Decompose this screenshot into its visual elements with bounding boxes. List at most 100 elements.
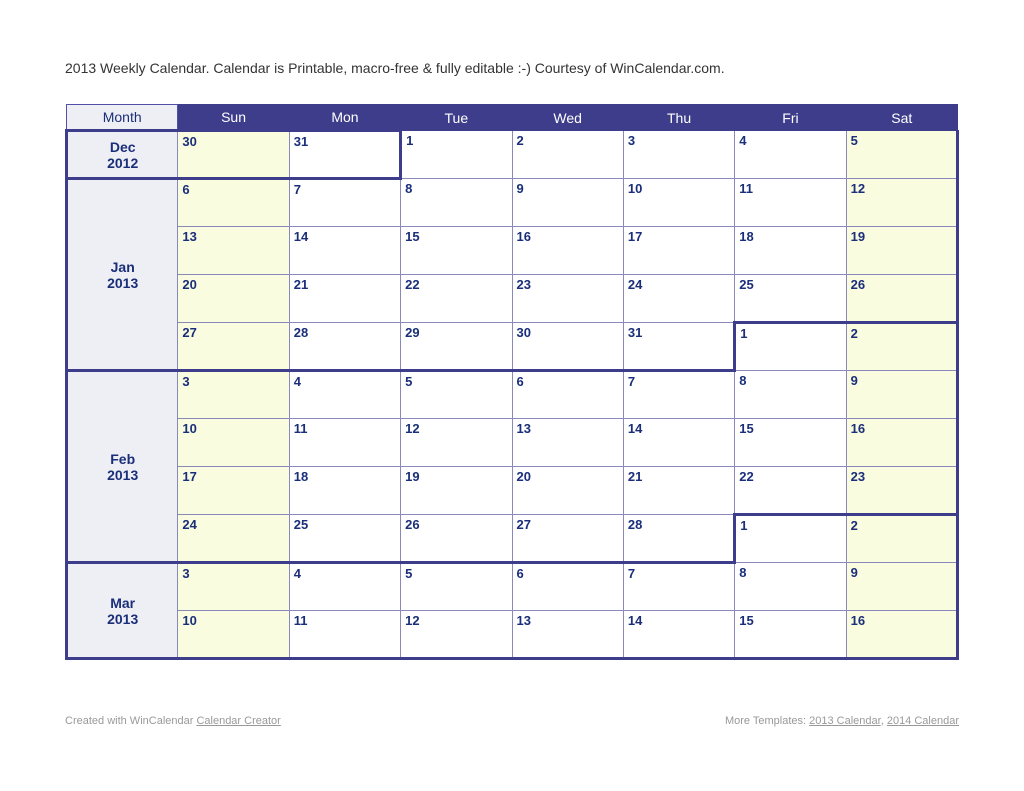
day-cell: 31: [623, 323, 734, 371]
month-label-jan: Jan2013: [67, 179, 178, 371]
day-cell: 15: [735, 419, 846, 467]
month-label-dec: Dec2012: [67, 131, 178, 179]
day-cell: 10: [178, 419, 289, 467]
footer: Created with WinCalendar Calendar Creato…: [65, 715, 959, 727]
day-cell: 12: [401, 611, 512, 659]
day-cell: 16: [512, 227, 623, 275]
day-cell: 8: [401, 179, 512, 227]
day-cell: 17: [178, 467, 289, 515]
footer-left: Created with WinCalendar Calendar Creato…: [65, 715, 281, 727]
day-cell: 3: [623, 131, 734, 179]
week-row: Mar2013 3 4 5 6 7 8 9: [67, 563, 958, 611]
week-row: Jan2013 6 7 8 9 10 11 12: [67, 179, 958, 227]
day-cell: 26: [401, 515, 512, 563]
day-cell: 3: [178, 371, 289, 419]
day-cell: 9: [846, 563, 957, 611]
day-cell: 4: [289, 371, 400, 419]
header-row: Month Sun Mon Tue Wed Thu Fri Sat: [67, 105, 958, 131]
header-month: Month: [67, 105, 178, 131]
day-cell: 5: [846, 131, 957, 179]
day-cell: 2: [846, 515, 957, 563]
day-cell: 16: [846, 419, 957, 467]
day-cell: 6: [512, 563, 623, 611]
day-cell: 31: [289, 131, 400, 179]
week-row: 20 21 22 23 24 25 26: [67, 275, 958, 323]
day-cell: 30: [178, 131, 289, 179]
header-sun: Sun: [178, 105, 289, 131]
day-cell: 1: [735, 323, 846, 371]
header-wed: Wed: [512, 105, 623, 131]
day-cell: 27: [178, 323, 289, 371]
day-cell: 10: [178, 611, 289, 659]
day-cell: 19: [846, 227, 957, 275]
day-cell: 28: [623, 515, 734, 563]
day-cell: 30: [512, 323, 623, 371]
day-cell: 13: [512, 611, 623, 659]
page-title: 2013 Weekly Calendar. Calendar is Printa…: [65, 60, 959, 76]
day-cell: 10: [623, 179, 734, 227]
day-cell: 7: [623, 371, 734, 419]
header-tue: Tue: [401, 105, 512, 131]
day-cell: 7: [289, 179, 400, 227]
day-cell: 4: [735, 131, 846, 179]
day-cell: 20: [512, 467, 623, 515]
day-cell: 23: [846, 467, 957, 515]
day-cell: 22: [735, 467, 846, 515]
day-cell: 5: [401, 371, 512, 419]
day-cell: 13: [512, 419, 623, 467]
day-cell: 24: [178, 515, 289, 563]
link-2013-calendar[interactable]: 2013 Calendar: [809, 715, 881, 727]
day-cell: 1: [401, 131, 512, 179]
day-cell: 18: [735, 227, 846, 275]
day-cell: 21: [623, 467, 734, 515]
day-cell: 25: [289, 515, 400, 563]
week-row: 13 14 15 16 17 18 19: [67, 227, 958, 275]
week-row: 10 11 12 13 14 15 16: [67, 419, 958, 467]
day-cell: 17: [623, 227, 734, 275]
day-cell: 6: [178, 179, 289, 227]
day-cell: 13: [178, 227, 289, 275]
day-cell: 8: [735, 371, 846, 419]
header-sat: Sat: [846, 105, 957, 131]
header-mon: Mon: [289, 105, 400, 131]
week-row: 10 11 12 13 14 15 16: [67, 611, 958, 659]
day-cell: 8: [735, 563, 846, 611]
day-cell: 11: [289, 419, 400, 467]
day-cell: 29: [401, 323, 512, 371]
day-cell: 18: [289, 467, 400, 515]
day-cell: 7: [623, 563, 734, 611]
day-cell: 14: [623, 611, 734, 659]
day-cell: 16: [846, 611, 957, 659]
day-cell: 24: [623, 275, 734, 323]
day-cell: 2: [512, 131, 623, 179]
day-cell: 6: [512, 371, 623, 419]
day-cell: 11: [735, 179, 846, 227]
day-cell: 20: [178, 275, 289, 323]
day-cell: 12: [846, 179, 957, 227]
day-cell: 21: [289, 275, 400, 323]
week-row: Dec2012 30 31 1 2 3 4 5: [67, 131, 958, 179]
day-cell: 2: [846, 323, 957, 371]
link-2014-calendar[interactable]: 2014 Calendar: [887, 715, 959, 727]
day-cell: 14: [623, 419, 734, 467]
day-cell: 27: [512, 515, 623, 563]
day-cell: 1: [735, 515, 846, 563]
day-cell: 4: [289, 563, 400, 611]
day-cell: 26: [846, 275, 957, 323]
calendar-creator-link[interactable]: Calendar Creator: [196, 715, 280, 727]
day-cell: 19: [401, 467, 512, 515]
day-cell: 25: [735, 275, 846, 323]
day-cell: 9: [512, 179, 623, 227]
calendar-table: Month Sun Mon Tue Wed Thu Fri Sat Dec201…: [65, 104, 959, 660]
month-label-mar: Mar2013: [67, 563, 178, 659]
header-fri: Fri: [735, 105, 846, 131]
day-cell: 22: [401, 275, 512, 323]
footer-right: More Templates: 2013 Calendar, 2014 Cale…: [725, 715, 959, 727]
day-cell: 11: [289, 611, 400, 659]
day-cell: 23: [512, 275, 623, 323]
week-row: Feb2013 3 4 5 6 7 8 9: [67, 371, 958, 419]
day-cell: 28: [289, 323, 400, 371]
week-row: 17 18 19 20 21 22 23: [67, 467, 958, 515]
day-cell: 9: [846, 371, 957, 419]
day-cell: 12: [401, 419, 512, 467]
